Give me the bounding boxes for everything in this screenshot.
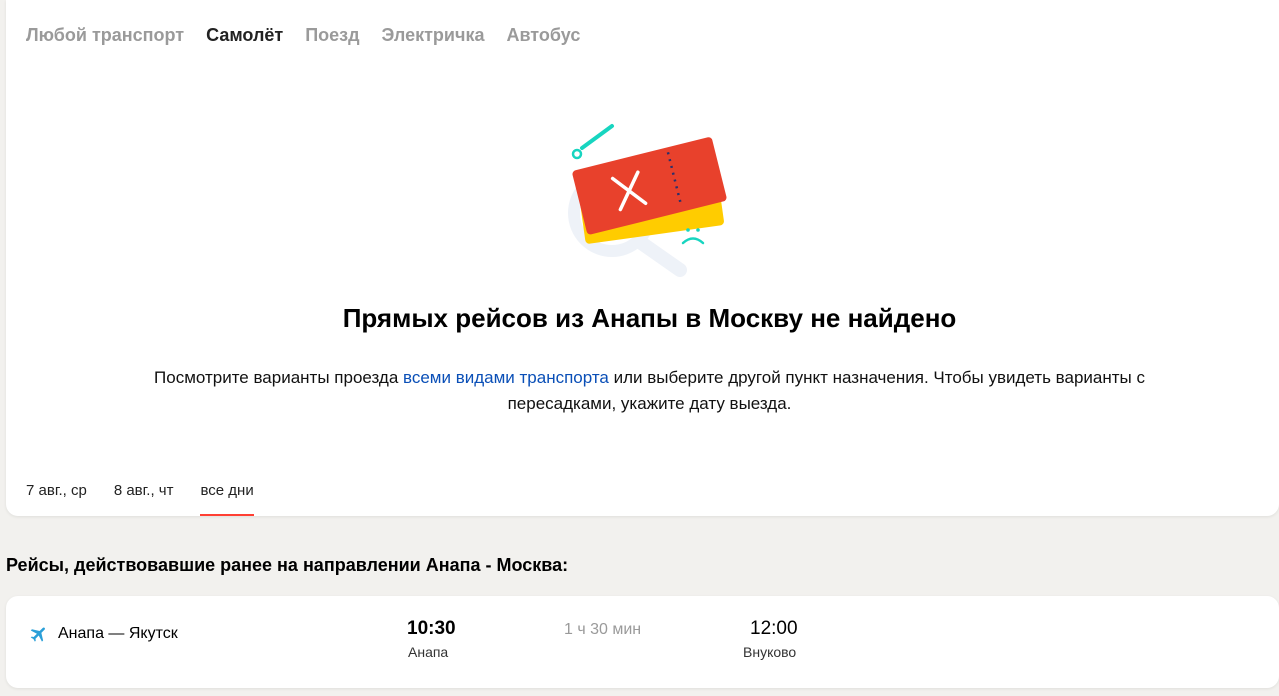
- flight-duration: 1 ч 30 мин: [564, 621, 642, 638]
- all-transport-link[interactable]: всеми видами транспорта: [403, 368, 609, 387]
- empty-state-title: Прямых рейсов из Анапы в Москву не найде…: [342, 303, 957, 333]
- date-tabs: 7 авг., ср 8 авг., чт все дни: [26, 482, 254, 516]
- departure-place: Анапа: [408, 644, 449, 660]
- desc-text-before: Посмотрите варианты проезда: [154, 368, 403, 387]
- tab-plane[interactable]: Самолёт: [206, 25, 283, 46]
- date-tab-all-days[interactable]: все дни: [200, 482, 254, 516]
- flight-card[interactable]: Анапа — Якутск 10:30 Анапа 1 ч 30 мин 12…: [6, 596, 1279, 688]
- transport-tabs: Любой транспорт Самолёт Поезд Электричка…: [26, 25, 580, 46]
- no-tickets-illustration: [568, 124, 727, 277]
- search-results-card: Любой транспорт Самолёт Поезд Электричка…: [6, 0, 1279, 516]
- arrival-place: Внуково: [743, 644, 797, 660]
- departure-time: 10:30: [407, 618, 456, 639]
- tab-any-transport[interactable]: Любой транспорт: [26, 25, 184, 46]
- arrival-time: 12:00: [750, 618, 798, 639]
- date-tab-aug-7[interactable]: 7 авг., ср: [26, 482, 87, 514]
- tab-suburban[interactable]: Электричка: [382, 25, 485, 46]
- flight-route[interactable]: Анапа — Якутск: [58, 625, 178, 643]
- empty-state-description: Посмотрите варианты проезда всеми видами…: [136, 365, 1163, 417]
- previous-flights-heading: Рейсы, действовавшие ранее на направлени…: [6, 555, 569, 575]
- tab-train[interactable]: Поезд: [305, 25, 359, 46]
- tab-bus[interactable]: Автобус: [506, 25, 580, 46]
- date-tab-aug-8[interactable]: 8 авг., чт: [114, 482, 174, 514]
- plane-icon: [30, 627, 45, 642]
